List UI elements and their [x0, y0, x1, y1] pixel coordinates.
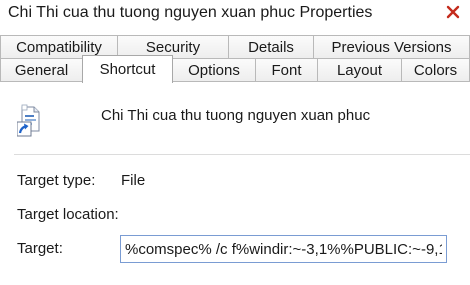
tab-font[interactable]: Font — [255, 58, 318, 82]
target-label: Target: — [17, 240, 63, 257]
tab-shortcut[interactable]: Shortcut — [82, 55, 173, 83]
close-icon — [446, 5, 460, 19]
tab-options[interactable]: Options — [172, 58, 256, 82]
title-bar: Chi Thi cua thu tuong nguyen xuan phuc P… — [0, 0, 470, 30]
tab-strip: Compatibility Security Details Previous … — [0, 30, 470, 83]
tab-general[interactable]: General — [0, 58, 83, 82]
shortcut-name: Chi Thi cua thu tuong nguyen xuan phuc — [101, 107, 371, 124]
target-type-value: File — [121, 172, 146, 189]
window-title: Chi Thi cua thu tuong nguyen xuan phuc P… — [8, 4, 373, 21]
tab-colors[interactable]: Colors — [401, 58, 470, 82]
target-input[interactable] — [120, 235, 447, 263]
shortcut-panel: Chi Thi cua thu tuong nguyen xuan phuc T… — [0, 82, 470, 285]
section-divider — [14, 154, 470, 155]
tab-details[interactable]: Details — [228, 35, 314, 59]
target-location-label: Target location: — [17, 206, 119, 223]
target-type-label: Target type: — [17, 172, 96, 189]
close-button[interactable] — [436, 0, 470, 24]
tab-previous-versions[interactable]: Previous Versions — [313, 35, 470, 59]
shortcut-document-icon — [17, 104, 40, 137]
tab-layout[interactable]: Layout — [317, 58, 402, 82]
